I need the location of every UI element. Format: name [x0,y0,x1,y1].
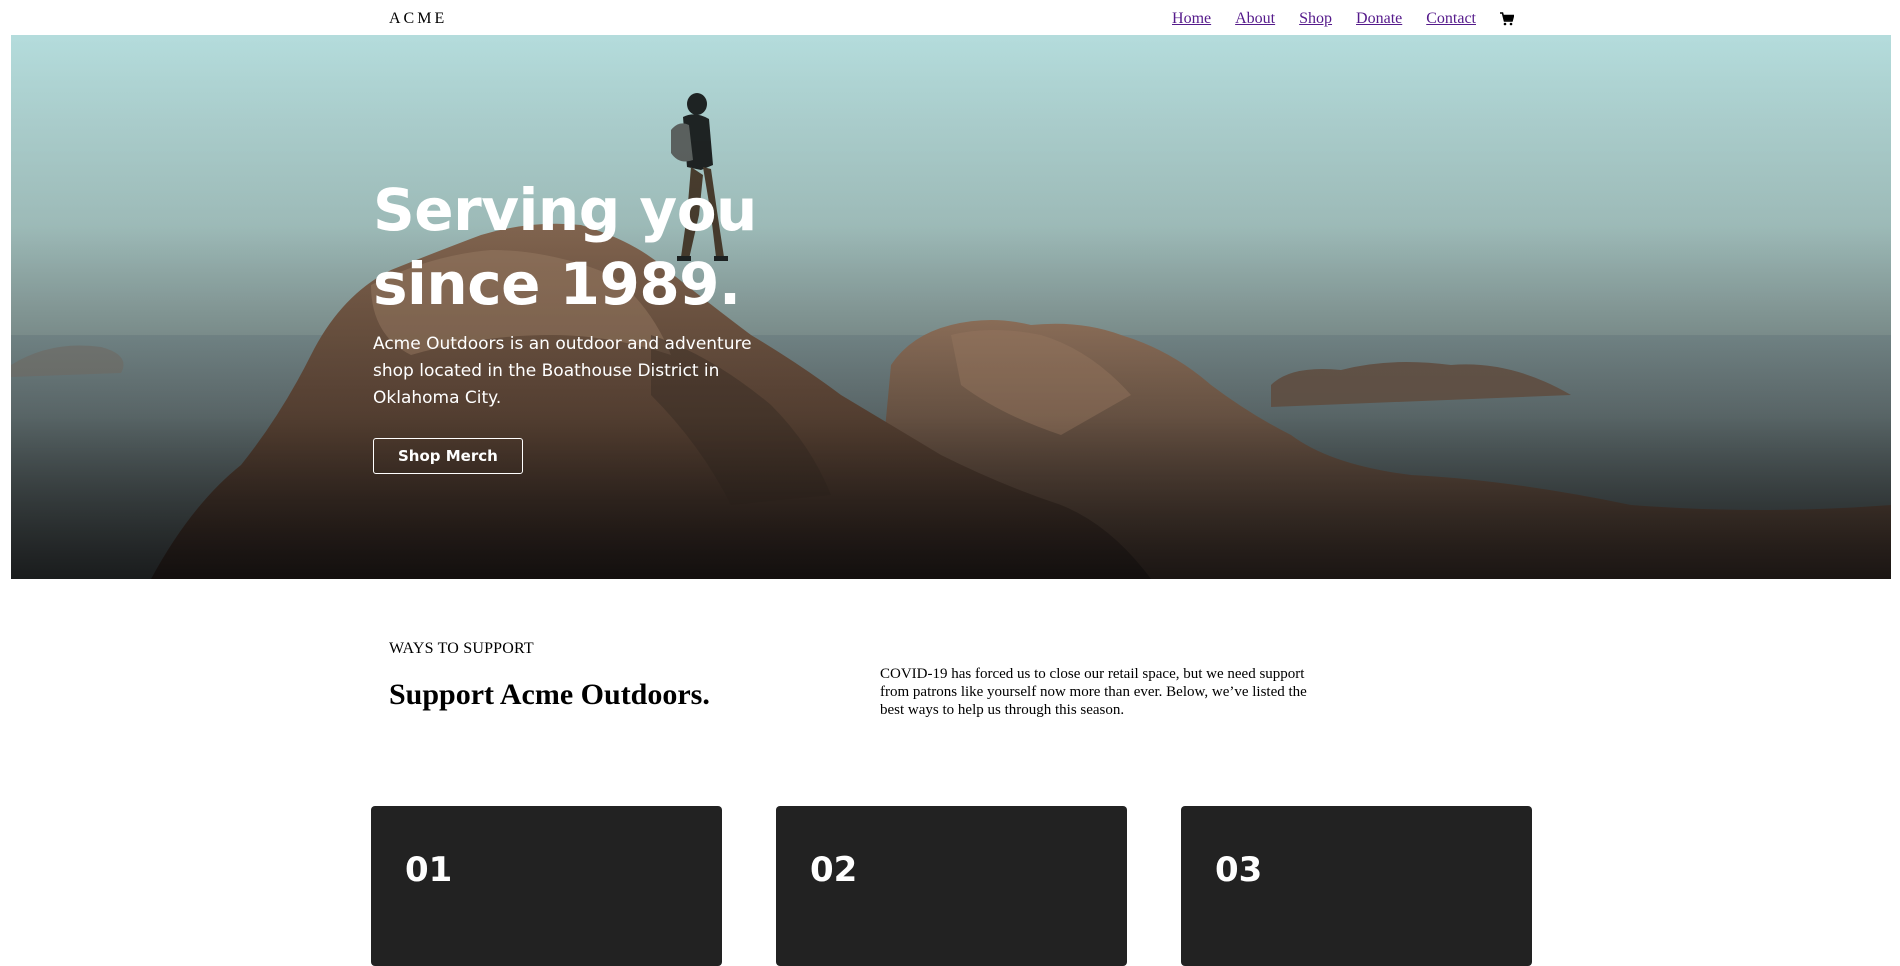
nav-link-shop[interactable]: Shop [1299,10,1332,28]
section-kicker: WAYS TO SUPPORT [389,640,534,657]
nav-link-about[interactable]: About [1235,10,1275,28]
support-card-3[interactable]: 03 [1181,806,1532,966]
card-number: 02 [810,850,858,890]
top-navigation: ACME Home About Shop Donate Contact [0,0,1900,35]
support-card-1[interactable]: 01 [371,806,722,966]
support-description: COVID-19 has forced us to close our reta… [880,666,1307,718]
nav-links: Home About Shop Donate Contact [1172,10,1515,28]
hero-background-image [11,35,1891,579]
hero-content: Serving you since 1989. Acme Outdoors is… [373,173,793,474]
hero-banner: Serving you since 1989. Acme Outdoors is… [11,35,1891,579]
card-number: 01 [405,850,453,890]
cart-icon[interactable] [1500,12,1515,26]
nav-link-home[interactable]: Home [1172,10,1211,28]
support-card-2[interactable]: 02 [776,806,1127,966]
hero-title: Serving you since 1989. [373,176,757,318]
brand-logo[interactable]: ACME [389,10,447,28]
shop-merch-button[interactable]: Shop Merch [373,438,523,474]
card-number: 03 [1215,850,1263,890]
hero-description: Acme Outdoors is an outdoor and adventur… [373,334,752,408]
nav-link-donate[interactable]: Donate [1356,10,1402,28]
support-section: WAYS TO SUPPORT Support Acme Outdoors. C… [389,640,1509,718]
nav-link-contact[interactable]: Contact [1426,10,1476,28]
